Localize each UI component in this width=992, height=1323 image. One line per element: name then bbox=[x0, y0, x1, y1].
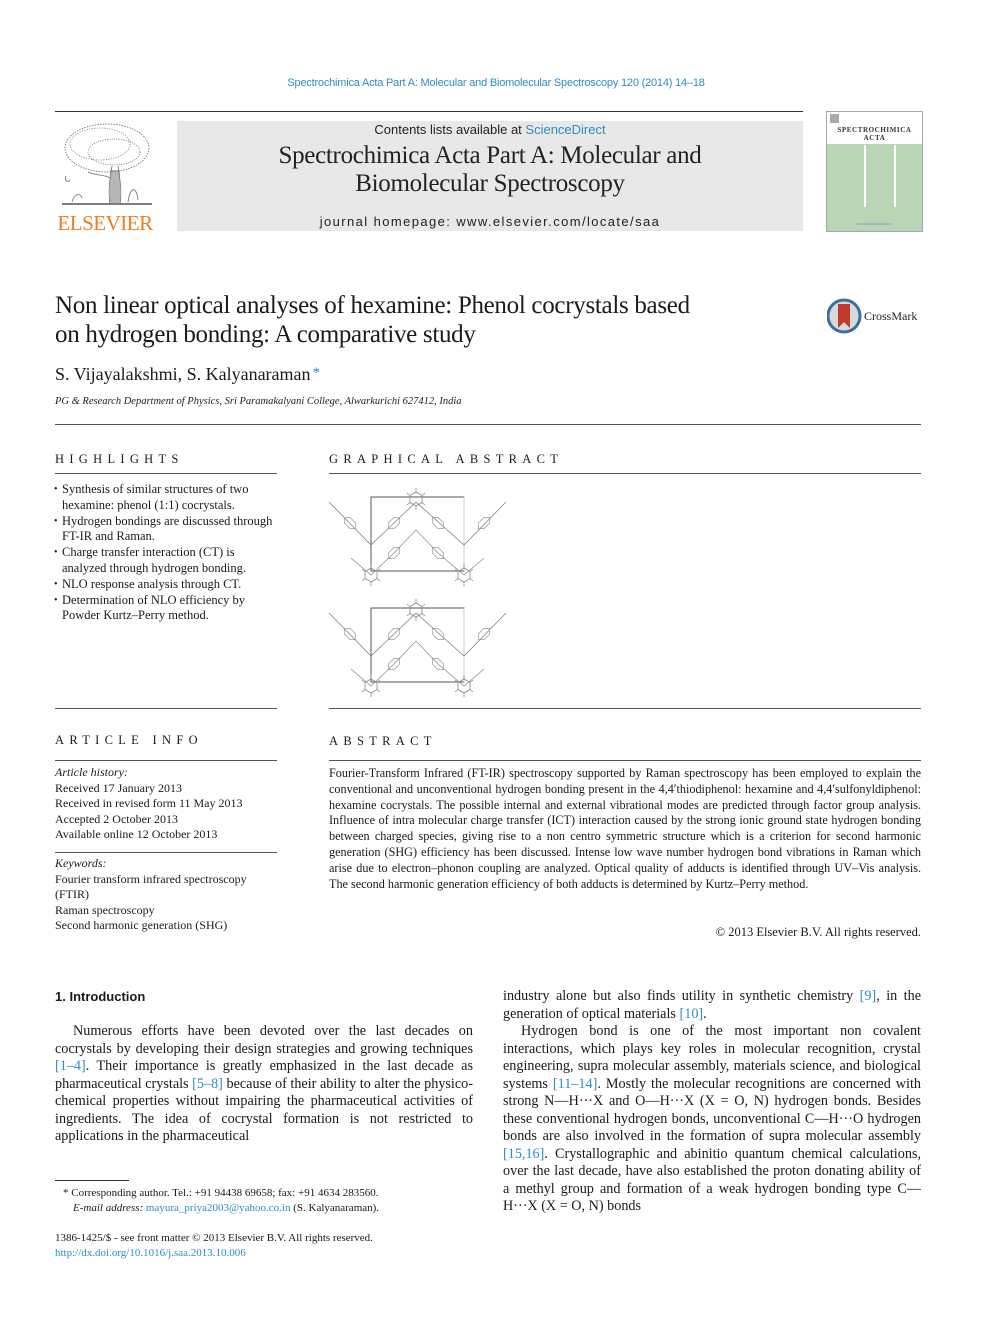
article-info-heading: ARTICLE INFO bbox=[55, 733, 203, 747]
keywords-rule bbox=[55, 852, 277, 853]
citation-link[interactable]: [11–14] bbox=[553, 1076, 597, 1092]
homepage-prefix: journal homepage: bbox=[319, 214, 457, 229]
keyword-item: Second harmonic generation (SHG) bbox=[55, 918, 228, 932]
crossmark-badge[interactable]: CrossMark bbox=[826, 298, 927, 334]
keyword-item: Fourier transform infrared spectroscopy … bbox=[55, 871, 247, 902]
introduction-heading: 1. Introduction bbox=[55, 989, 146, 1004]
highlight-item: Determination of NLO efficiency by Powde… bbox=[54, 593, 281, 625]
graphical-abstract-rule bbox=[329, 473, 921, 474]
highlights-heading: HIGHLIGHTS bbox=[55, 452, 184, 466]
footnote-email-line: E-mail address: mayura_priya2003@yahoo.c… bbox=[55, 1201, 475, 1216]
keywords: Keywords: Fourier transform infrared spe… bbox=[55, 856, 277, 934]
introduction-column-right: industry alone but also finds utility in… bbox=[503, 988, 921, 1218]
abstract-copyright: © 2013 Elsevier B.V. All rights reserved… bbox=[715, 925, 921, 939]
intro-text: , in the generation of optical materials bbox=[503, 988, 921, 1022]
section-divider bbox=[329, 708, 921, 709]
running-head[interactable]: Spectrochimica Acta Part A: Molecular an… bbox=[0, 77, 992, 89]
packing-diagram-1 bbox=[329, 488, 506, 586]
journal-cover-thumbnail[interactable]: SPECTROCHIMICA ACTA bbox=[826, 111, 923, 232]
keyword-item: Raman spectroscopy bbox=[55, 902, 155, 917]
intro-text: Numerous efforts have been devoted over … bbox=[55, 1023, 473, 1057]
footnote-text: Corresponding author. Tel.: +91 94438 69… bbox=[71, 1187, 379, 1199]
history-item: Accepted 2 October 2013 bbox=[55, 811, 178, 826]
citation-link[interactable]: [15,16] bbox=[503, 1146, 544, 1162]
citation-link[interactable]: [1–4] bbox=[55, 1058, 86, 1074]
intro-continuation: industry alone but also finds utility in… bbox=[503, 988, 921, 1022]
elsevier-wordmark: ELSEVIER bbox=[57, 211, 153, 235]
cover-title-line1: SPECTROCHIMICA bbox=[837, 126, 912, 134]
cover-logo-icon bbox=[830, 114, 839, 123]
highlights-list: Synthesis of similar structures of two h… bbox=[54, 482, 281, 625]
journal-homepage: journal homepage: www.elsevier.com/locat… bbox=[177, 214, 803, 229]
graphical-abstract-heading: GRAPHICAL ABSTRACT bbox=[329, 452, 564, 466]
cover-footer bbox=[857, 223, 891, 225]
issn-line: 1386-1425/$ - see front matter © 2013 El… bbox=[55, 1232, 373, 1244]
homepage-link[interactable]: www.elsevier.com/locate/saa bbox=[456, 214, 660, 229]
keywords-label: Keywords: bbox=[55, 856, 107, 870]
email-label: E-mail address: bbox=[73, 1202, 144, 1214]
journal-title: Spectrochimica Acta Part A: Molecular an… bbox=[177, 142, 803, 198]
history-label: Article history: bbox=[55, 765, 128, 779]
highlight-item: Synthesis of similar structures of two h… bbox=[54, 482, 281, 514]
cover-title: SPECTROCHIMICA ACTA bbox=[827, 126, 922, 142]
front-matter: 1386-1425/$ - see front matter © 2013 El… bbox=[55, 1231, 475, 1260]
section-divider bbox=[55, 708, 277, 709]
email-owner: (S. Kalyanaraman). bbox=[293, 1202, 380, 1214]
journal-masthead: Contents lists available at ScienceDirec… bbox=[177, 121, 803, 231]
authors-text: S. Vijayalakshmi, S. Kalyanaraman bbox=[55, 364, 311, 384]
cover-title-line2: ACTA bbox=[863, 134, 886, 142]
cover-stripe bbox=[864, 145, 866, 207]
highlight-item: Charge transfer interaction (CT) is anal… bbox=[54, 545, 281, 577]
abstract-body: Fourier-Transform Infrared (FT-IR) spect… bbox=[329, 766, 921, 891]
tree-icon bbox=[62, 123, 152, 205]
history-item: Available online 12 October 2013 bbox=[55, 827, 218, 841]
intro-text: . Crystallographic and abinitio quantum … bbox=[503, 1145, 921, 1215]
highlight-item: NLO response analysis through CT. bbox=[54, 577, 281, 593]
footnote-rule bbox=[55, 1180, 129, 1181]
cover-stripe bbox=[894, 145, 896, 207]
article-history: Article history: Received 17 January 201… bbox=[55, 765, 281, 843]
corresponding-author-footnote: * Corresponding author. Tel.: +91 94438 … bbox=[55, 1186, 475, 1216]
article-title: Non linear optical analyses of hexamine:… bbox=[55, 291, 795, 349]
highlights-rule bbox=[55, 473, 277, 474]
article-title-line2: on hydrogen bonding: A comparative study bbox=[55, 321, 476, 348]
abstract-heading: ABSTRACT bbox=[329, 734, 437, 748]
affiliation: PG & Research Department of Physics, Sri… bbox=[55, 396, 462, 407]
header-rule bbox=[55, 111, 803, 112]
citation-link[interactable]: [5–8] bbox=[192, 1076, 223, 1092]
journal-title-line2: Biomolecular Spectroscopy bbox=[355, 170, 625, 197]
graphical-abstract-figure[interactable] bbox=[326, 485, 506, 700]
email-link[interactable]: mayura_priya2003@yahoo.co.in bbox=[146, 1202, 291, 1214]
article-title-line1: Non linear optical analyses of hexamine:… bbox=[55, 292, 690, 319]
footnote-mark: * bbox=[63, 1187, 69, 1199]
contents-prefix: Contents lists available at bbox=[374, 122, 526, 137]
section-divider bbox=[55, 424, 921, 425]
corresponding-author-link[interactable]: * bbox=[313, 365, 321, 381]
intro-paragraph-2: Hydrogen bond is one of the most importa… bbox=[503, 1023, 921, 1216]
introduction-column-left: Numerous efforts have been devoted over … bbox=[55, 1023, 473, 1145]
citation-link[interactable]: [9] bbox=[860, 988, 877, 1004]
history-item: Received 17 January 2013 bbox=[55, 780, 182, 795]
history-item: Received in revised form 11 May 2013 bbox=[55, 796, 243, 810]
contents-availability: Contents lists available at ScienceDirec… bbox=[177, 122, 803, 137]
journal-title-line1: Spectrochimica Acta Part A: Molecular an… bbox=[278, 142, 702, 169]
citation-link[interactable]: [10] bbox=[680, 1006, 704, 1022]
article-info-rule bbox=[55, 760, 277, 761]
author-list: S. Vijayalakshmi, S. Kalyanaraman * bbox=[55, 364, 320, 385]
intro-paragraph-1: Numerous efforts have been devoted over … bbox=[55, 1023, 473, 1145]
sciencedirect-link[interactable]: ScienceDirect bbox=[525, 122, 605, 137]
highlight-item: Hydrogen bondings are discussed through … bbox=[54, 514, 281, 546]
intro-right-flow: industry alone but also finds utility in… bbox=[503, 988, 921, 1216]
abstract-rule bbox=[329, 760, 921, 761]
crossmark-label: CrossMark bbox=[864, 309, 918, 323]
doi-link[interactable]: http://dx.doi.org/10.1016/j.saa.2013.10.… bbox=[55, 1247, 246, 1259]
crystal-packing-diagram bbox=[326, 485, 506, 700]
packing-diagram-2 bbox=[329, 599, 506, 697]
crossmark-icon bbox=[826, 298, 862, 334]
footnote-line: * Corresponding author. Tel.: +91 94438 … bbox=[55, 1186, 475, 1201]
elsevier-logo[interactable]: ELSEVIER bbox=[52, 118, 158, 234]
intro-text: . bbox=[703, 1005, 707, 1022]
